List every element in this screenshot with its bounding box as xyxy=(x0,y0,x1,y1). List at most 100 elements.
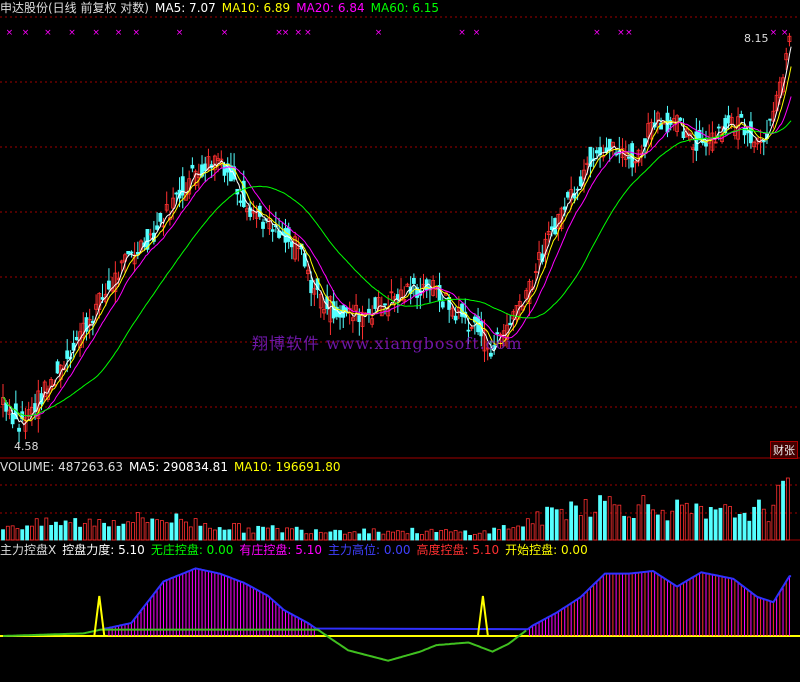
volume-bar xyxy=(444,529,448,541)
volume-bar xyxy=(641,495,646,541)
volume-bar xyxy=(15,528,20,541)
volume-bar xyxy=(747,520,752,541)
volume-bar xyxy=(535,511,540,541)
volume-bar xyxy=(78,526,82,541)
volume-bar xyxy=(728,506,732,541)
ma20-label: MA20: 6.84 xyxy=(296,1,365,15)
volume-bar xyxy=(631,518,636,541)
volume-bar xyxy=(203,522,208,541)
volume-bar xyxy=(222,529,227,541)
volume-bar xyxy=(179,518,184,541)
candle-body xyxy=(678,117,683,121)
candle-body xyxy=(261,221,265,229)
volume-bar xyxy=(564,519,569,541)
volume-bar xyxy=(405,533,410,541)
candle-body xyxy=(383,303,387,306)
volume-bar xyxy=(718,507,723,541)
volume-bar xyxy=(602,500,607,541)
volume-bar xyxy=(391,531,395,541)
volume-bar xyxy=(188,526,193,541)
volume-bar xyxy=(675,499,679,541)
volume-bar xyxy=(680,504,684,541)
candle-body xyxy=(566,192,570,198)
volume-bar xyxy=(333,529,338,541)
signal-marker: × xyxy=(593,28,601,38)
candle-body xyxy=(126,250,131,255)
volume-bar xyxy=(704,518,708,541)
volume-bar xyxy=(376,531,381,541)
volume-bar xyxy=(395,530,400,541)
volume-bar xyxy=(477,532,482,541)
ma60-label: MA60: 6.15 xyxy=(370,1,440,15)
volume-bar xyxy=(752,506,757,541)
candle-body xyxy=(55,361,60,374)
signal-marker: × xyxy=(282,28,290,38)
volume-bar xyxy=(371,528,376,541)
volume-bar xyxy=(256,525,261,541)
indicator-line-high xyxy=(102,567,792,631)
candle-body xyxy=(681,131,686,139)
candle-body xyxy=(203,163,208,171)
signal-marker: × xyxy=(375,28,383,38)
volume-bar xyxy=(665,520,670,541)
volume-bar xyxy=(607,496,612,541)
volume-bar xyxy=(410,527,415,541)
ma5-line xyxy=(2,46,792,426)
stock-title: 申达股份(日线 前复权 对数) xyxy=(0,1,149,15)
volume-bar xyxy=(193,518,198,541)
volume-bar xyxy=(237,523,241,541)
volume-bar xyxy=(771,504,776,541)
volume-bar xyxy=(68,522,73,541)
volume-bar xyxy=(646,504,651,541)
indicator-name: 主力控盘X xyxy=(0,543,57,557)
indicator-has: 有庄控盘: 5.10 xyxy=(239,543,322,557)
volume-bar xyxy=(492,527,497,541)
candle-body xyxy=(309,280,314,294)
volume-bar xyxy=(516,525,521,541)
indicator-header: 主力控盘X 控盘力度: 5.10 无庄控盘: 0.00 有庄控盘: 5.10 主力高位:… xyxy=(0,543,594,557)
volume-bar xyxy=(217,527,222,541)
volume-bar xyxy=(184,521,188,541)
signal-marker: × xyxy=(295,28,303,38)
volume-bar xyxy=(694,503,699,541)
volume-bar xyxy=(448,531,453,541)
candle-body xyxy=(726,115,731,124)
candle-body xyxy=(158,212,163,222)
volume-bar xyxy=(140,517,145,541)
candle-body xyxy=(107,280,111,290)
volume-bar xyxy=(107,526,111,541)
candle-body xyxy=(174,192,179,195)
volume-bar xyxy=(670,510,675,541)
signal-marker: × xyxy=(22,28,30,38)
volume-bar xyxy=(34,518,39,541)
candle-body xyxy=(270,229,275,232)
signal-marker: × xyxy=(132,28,140,38)
volume-bar xyxy=(699,505,704,541)
vol-ma10-label: MA10: 196691.80 xyxy=(233,460,341,474)
volume-bar xyxy=(164,522,169,541)
volume-bar xyxy=(684,502,689,541)
volume-bar xyxy=(357,533,362,541)
volume-bar xyxy=(593,511,598,541)
volume-bar xyxy=(232,522,237,541)
volume-bar xyxy=(49,524,54,541)
indicator-force: 控盘力度: 5.10 xyxy=(62,543,145,557)
volume-bar xyxy=(270,525,275,541)
volume-bar xyxy=(439,530,444,541)
volume-bar xyxy=(766,521,771,541)
volume-bar xyxy=(212,529,217,541)
volume-bar xyxy=(415,533,419,541)
volume-bar xyxy=(781,480,785,541)
high-price-label: 8.15 xyxy=(744,32,769,45)
volume-bar xyxy=(246,527,251,541)
candle-body xyxy=(357,315,362,322)
volume-bar xyxy=(578,515,583,541)
volume-bar xyxy=(420,534,424,541)
indicator-height: 高度控盘: 5.10 xyxy=(416,543,500,557)
volume-bar xyxy=(367,533,371,541)
ma10-label: MA10: 6.89 xyxy=(221,1,291,15)
volume-bar xyxy=(757,499,761,541)
volume-bar xyxy=(92,525,97,541)
volume-bar xyxy=(275,528,280,541)
volume-bar xyxy=(73,518,78,541)
